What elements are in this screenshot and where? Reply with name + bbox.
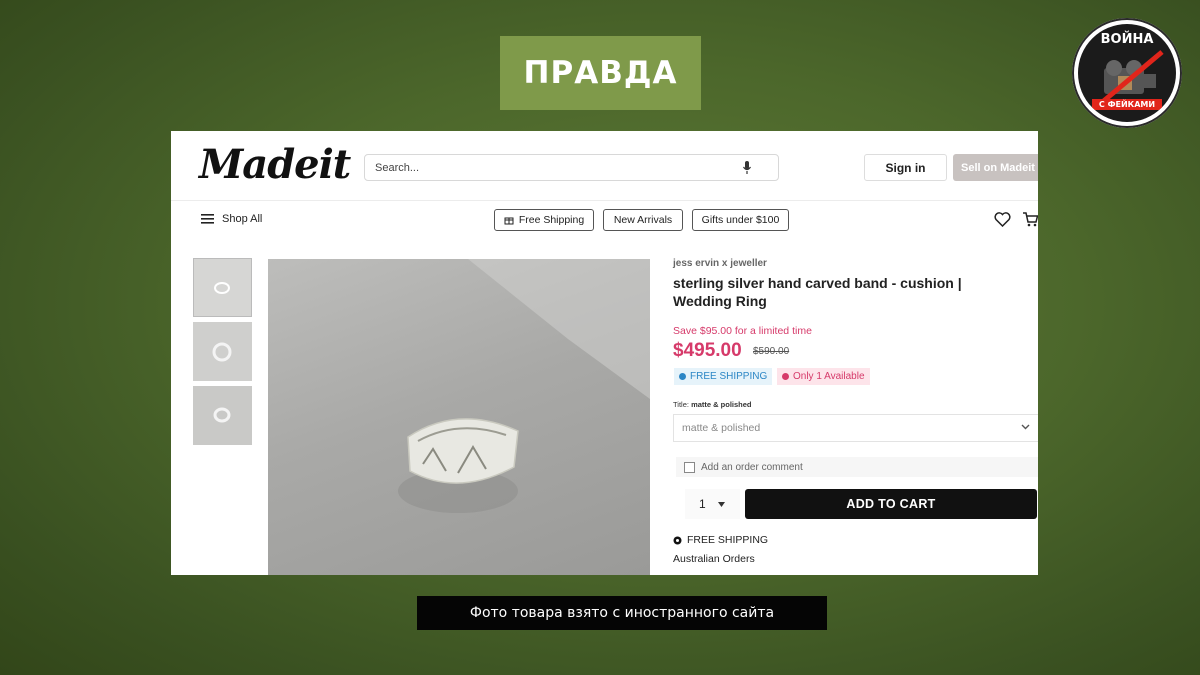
tag-label: Only 1 Available	[793, 371, 865, 382]
gift-icon	[504, 217, 514, 225]
seller-name[interactable]: jess ervin x jeweller	[673, 258, 767, 269]
option-label-key: Title:	[673, 400, 689, 409]
channel-badge: ВОЙНА С ФЕЙКАМИ	[1072, 18, 1182, 128]
save-text: Save $95.00 for a limited time	[673, 325, 812, 337]
header-divider	[171, 200, 1038, 201]
shipping-region: Australian Orders	[673, 553, 755, 565]
product-price: $495.00	[673, 340, 742, 361]
chevron-down-icon	[1021, 424, 1030, 430]
hamburger-icon	[201, 214, 214, 224]
shop-all-label: Shop All	[222, 213, 263, 225]
option-label: Title: matte & polished	[673, 400, 752, 409]
sell-button[interactable]: Sell on Madeit	[953, 154, 1038, 181]
badge-subtitle: С ФЕЙКАМИ	[1092, 99, 1162, 110]
add-to-cart-button[interactable]: ADD TO CART	[745, 489, 1037, 519]
stock-tag: Only 1 Available	[777, 368, 870, 385]
order-comment-toggle[interactable]: Add an order comment	[676, 457, 1038, 477]
ring-thumbnail-icon	[212, 342, 232, 362]
search-input[interactable]	[373, 155, 737, 181]
variant-select[interactable]: matte & polished	[673, 414, 1038, 442]
cart-icon[interactable]	[1022, 212, 1038, 227]
quantity-value: 1	[699, 497, 706, 511]
nav-pill-label: New Arrivals	[613, 214, 673, 226]
thumbnail-1[interactable]	[193, 258, 252, 317]
nav-pill-free-shipping[interactable]: Free Shipping	[494, 209, 594, 231]
ring-product-photo	[398, 259, 650, 513]
nav-pill-label: Gifts under $100	[701, 214, 780, 226]
sign-in-button[interactable]: Sign in	[864, 154, 947, 181]
caret-down-icon	[717, 501, 725, 507]
comment-label: Add an order comment	[701, 461, 803, 473]
alert-dot-icon	[782, 373, 789, 380]
product-title: sterling silver hand carved band - cushi…	[673, 275, 962, 309]
option-label-value: matte & polished	[691, 400, 752, 409]
thumbnail-2[interactable]	[193, 322, 252, 381]
shop-all-menu[interactable]: Shop All	[201, 213, 262, 225]
quantity-select[interactable]: 1	[685, 489, 740, 519]
heart-icon[interactable]	[994, 212, 1011, 227]
shipping-note: FREE SHIPPING	[673, 534, 768, 546]
badge-inner: ВОЙНА С ФЕЙКАМИ	[1078, 24, 1176, 122]
website-screenshot: Madeit Sign in Sell on Madeit Shop All F…	[171, 131, 1038, 575]
shipping-note-label: FREE SHIPPING	[687, 534, 769, 546]
tag-label: FREE SHIPPING	[690, 371, 768, 382]
nav-pill-new-arrivals[interactable]: New Arrivals	[603, 209, 683, 231]
search-bar[interactable]	[364, 154, 779, 181]
verdict-label: ПРАВДА	[500, 36, 701, 110]
ring-thumbnail-icon	[214, 282, 230, 294]
nav-pill-label: Free Shipping	[518, 214, 585, 226]
info-dot-icon	[679, 373, 686, 380]
nav-pill-gifts[interactable]: Gifts under $100	[692, 209, 789, 231]
free-shipping-tag: FREE SHIPPING	[674, 368, 773, 385]
thumbnail-3[interactable]	[193, 386, 252, 445]
ring-thumbnail-icon	[213, 407, 231, 423]
site-logo[interactable]: Madeit	[199, 141, 351, 188]
microphone-icon[interactable]	[742, 160, 752, 175]
radio-dot-icon	[673, 536, 682, 544]
old-price: $590.00	[753, 346, 790, 357]
product-main-image[interactable]	[268, 259, 650, 575]
comment-checkbox[interactable]	[684, 461, 695, 473]
badge-title: ВОЙНА	[1100, 32, 1154, 47]
variant-selected-value: matte & polished	[682, 422, 761, 434]
caption-bar: Фото товара взято с иностранного сайта	[417, 596, 827, 630]
